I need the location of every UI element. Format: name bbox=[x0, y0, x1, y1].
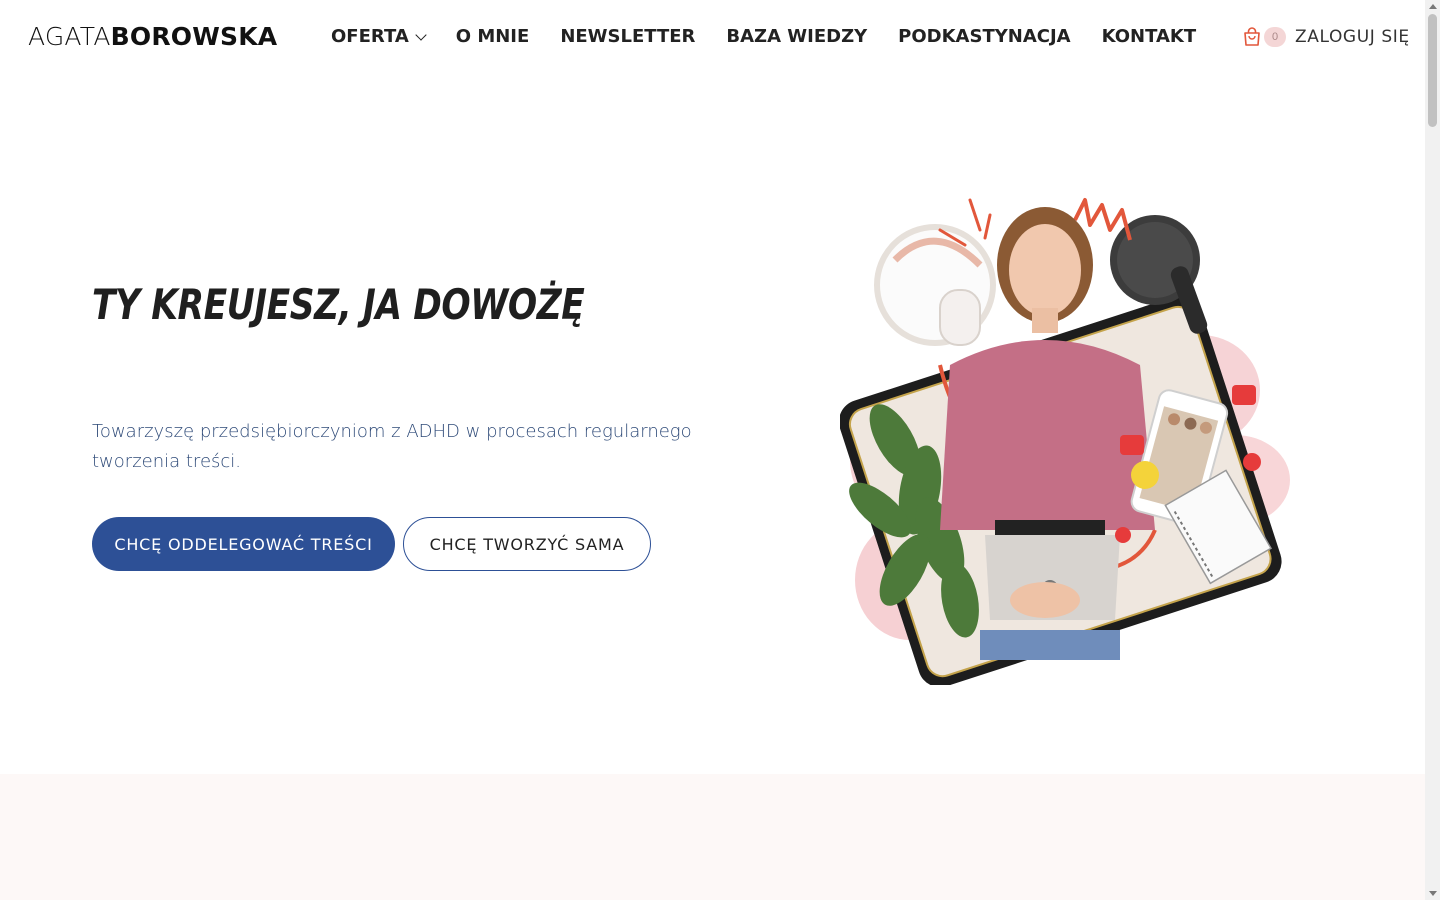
create-alone-button[interactable]: CHCĘ TWORZYĆ SAMA bbox=[403, 517, 651, 571]
delegate-content-button[interactable]: CHCĘ ODDELEGOWAĆ TREŚCI bbox=[92, 517, 395, 571]
scroll-up-arrow-icon[interactable] bbox=[1429, 4, 1437, 9]
main-nav: OFERTA O MNIE NEWSLETTER BAZA WIEDZY POD… bbox=[331, 26, 1196, 47]
hero-description: Towarzyszę przedsiębiorczyniom z ADHD w … bbox=[92, 421, 692, 472]
logo-first-name: AGATA bbox=[28, 22, 111, 51]
next-section-background bbox=[0, 774, 1425, 900]
login-link[interactable]: ZALOGUJ SIĘ bbox=[1295, 27, 1410, 47]
nav-item-newsletter[interactable]: NEWSLETTER bbox=[560, 26, 695, 47]
hero-collage-image bbox=[840, 198, 1290, 685]
hero-title: TY KREUJESZ, JA DOWOŻĘ bbox=[92, 280, 585, 329]
nav-item-label: PODKASTYNACJA bbox=[898, 26, 1071, 47]
page-scrollbar[interactable] bbox=[1425, 0, 1440, 900]
nav-item-label: BAZA WIEDZY bbox=[726, 26, 868, 47]
nav-item-o-mnie[interactable]: O MNIE bbox=[456, 26, 530, 47]
cart-count-badge: 0 bbox=[1264, 27, 1286, 47]
chevron-down-icon bbox=[415, 28, 427, 41]
nav-item-label: KONTAKT bbox=[1101, 26, 1197, 47]
scroll-down-arrow-icon[interactable] bbox=[1429, 891, 1437, 896]
shopping-bag-icon bbox=[1244, 27, 1260, 46]
nav-item-kontakt[interactable]: KONTAKT bbox=[1102, 26, 1197, 47]
nav-item-baza-wiedzy[interactable]: BAZA WIEDZY bbox=[726, 26, 867, 47]
logo-last-name: BOROWSKA bbox=[110, 22, 278, 51]
nav-item-label: NEWSLETTER bbox=[560, 26, 696, 47]
scrollbar-thumb[interactable] bbox=[1428, 14, 1437, 127]
cart-button[interactable]: 0 bbox=[1242, 27, 1286, 47]
nav-item-label: O MNIE bbox=[455, 26, 530, 47]
nav-item-oferta[interactable]: OFERTA bbox=[331, 26, 427, 47]
site-header: AGATABOROWSKA OFERTA O MNIE NEWSLETTER B… bbox=[0, 0, 1425, 76]
site-logo[interactable]: AGATABOROWSKA bbox=[28, 22, 277, 51]
nav-item-label: OFERTA bbox=[331, 26, 409, 47]
nav-item-podkastynacja[interactable]: PODKASTYNACJA bbox=[898, 26, 1070, 47]
